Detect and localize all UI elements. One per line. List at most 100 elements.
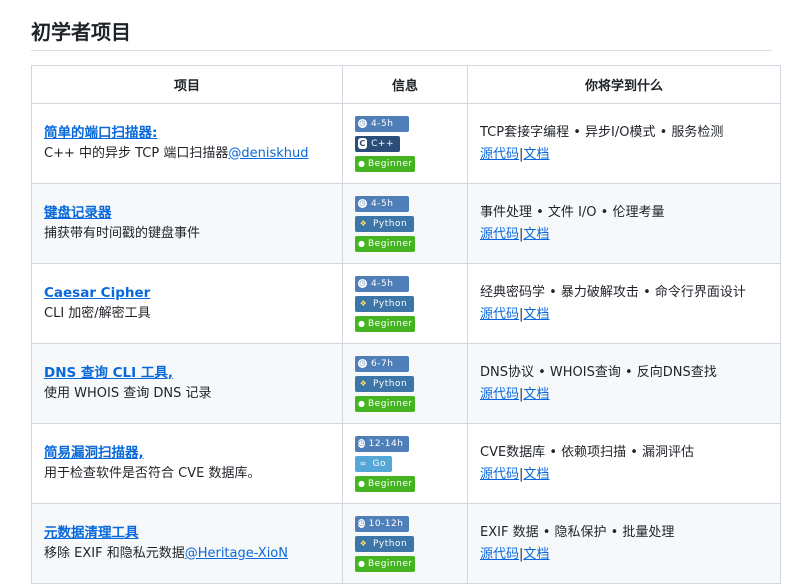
- learn-links: 源代码|文档: [480, 464, 768, 486]
- source-code-link[interactable]: 源代码: [480, 467, 519, 482]
- project-cell: 键盘记录器 捕获带有时间戳的键盘事件: [31, 183, 343, 264]
- description-text: C++ 中的异步 TCP 端口扫描器: [44, 145, 229, 161]
- learn-links: 源代码|文档: [480, 224, 768, 246]
- clock-icon: ◷: [358, 279, 367, 288]
- learn-cell: EXIF 数据 • 隐私保护 • 批量处理 源代码|文档: [467, 503, 781, 584]
- time-value: 4-5h: [371, 278, 394, 289]
- project-description: 移除 EXIF 和隐私元数据@Heritage-XioN: [44, 543, 330, 565]
- project-link[interactable]: 简易漏洞扫描器,: [44, 443, 330, 463]
- time-value: 4-5h: [371, 118, 394, 129]
- language-badge: ❖ Python: [355, 375, 414, 392]
- table-row: 键盘记录器 捕获带有时间戳的键盘事件 ◷ 4-5h ❖ Python ● Beginn…: [31, 183, 781, 264]
- header-info: 信息: [342, 65, 468, 104]
- time-badge: ◷ 10-12h: [355, 515, 409, 532]
- level-badge: ● Beginner: [355, 555, 415, 572]
- info-cell: ◷ 4-5h ❖ Python ● Beginner: [342, 183, 468, 264]
- time-badge: ◷ 4-5h: [355, 195, 409, 212]
- level-value: Beginner: [368, 158, 413, 169]
- level-value: Beginner: [368, 318, 413, 329]
- projects-table: 项目 信息 你将学到什么 简单的端口扫描器: C++ 中的异步 TCP 端口扫描…: [31, 65, 781, 584]
- table-row: 简易漏洞扫描器, 用于检查软件是否符合 CVE 数据库。 ◷ 12-14h ∞ Go…: [31, 423, 781, 504]
- python-icon: ❖: [359, 379, 368, 388]
- author-link[interactable]: @Heritage-XioN: [185, 546, 288, 561]
- go-icon: ∞: [359, 459, 367, 468]
- description-text: 移除 EXIF 和隐私元数据: [44, 545, 185, 561]
- level-value: Beginner: [368, 238, 413, 249]
- level-value: Beginner: [368, 398, 413, 409]
- time-value: 12-14h: [368, 438, 404, 449]
- project-cell: DNS 查询 CLI 工具, 使用 WHOIS 查询 DNS 记录: [31, 343, 343, 424]
- time-badge: ◷ 4-5h: [355, 275, 409, 292]
- table-header-row: 项目 信息 你将学到什么: [31, 65, 781, 104]
- project-link[interactable]: 元数据清理工具: [44, 523, 330, 543]
- info-cell: ◷ 4-5h C C++ ● Beginner: [342, 103, 468, 184]
- dot-icon: ●: [358, 479, 366, 488]
- project-link[interactable]: Caesar Cipher: [44, 283, 330, 303]
- project-description: 使用 WHOIS 查询 DNS 记录: [44, 383, 330, 405]
- source-code-link[interactable]: 源代码: [480, 307, 519, 322]
- description-text: 用于检查软件是否符合 CVE 数据库。: [44, 465, 261, 481]
- language-value: C++: [371, 138, 394, 149]
- project-description: CLI 加密/解密工具: [44, 303, 330, 325]
- project-cell: Caesar Cipher CLI 加密/解密工具: [31, 263, 343, 344]
- dot-icon: ●: [358, 559, 366, 568]
- time-badge: ◷ 6-7h: [355, 355, 409, 372]
- language-badge: ❖ Python: [355, 295, 414, 312]
- readme-content: 初学者项目 项目 信息 你将学到什么 简单的端口扫描器: C++ 中的异步 TC…: [31, 0, 781, 584]
- python-icon: ❖: [359, 299, 368, 308]
- level-badge: ● Beginner: [355, 235, 415, 252]
- author-link[interactable]: @deniskhud: [228, 146, 308, 161]
- info-cell: ◷ 12-14h ∞ Go ● Beginner: [342, 423, 468, 504]
- project-description: 捕获带有时间戳的键盘事件: [44, 223, 330, 245]
- learn-cell: 事件处理 • 文件 I/O • 伦理考量 源代码|文档: [467, 183, 781, 264]
- learn-topics: DNS协议 • WHOIS查询 • 反向DNS查找: [480, 364, 717, 380]
- info-cell: ◷ 6-7h ❖ Python ● Beginner: [342, 343, 468, 424]
- python-icon: ❖: [359, 219, 368, 228]
- time-value: 4-5h: [371, 198, 394, 209]
- language-value: Go: [372, 458, 386, 469]
- docs-link[interactable]: 文档: [523, 147, 549, 162]
- language-value: Python: [373, 538, 408, 549]
- docs-link[interactable]: 文档: [523, 387, 549, 402]
- level-value: Beginner: [368, 558, 413, 569]
- clock-icon: ◷: [358, 439, 365, 448]
- learn-cell: 经典密码学 • 暴力破解攻击 • 命令行界面设计 源代码|文档: [467, 263, 781, 344]
- project-link[interactable]: 简单的端口扫描器:: [44, 123, 330, 143]
- time-value: 6-7h: [371, 358, 394, 369]
- project-cell: 元数据清理工具 移除 EXIF 和隐私元数据@Heritage-XioN: [31, 503, 343, 584]
- docs-link[interactable]: 文档: [523, 307, 549, 322]
- clock-icon: ◷: [358, 359, 367, 368]
- level-badge: ● Beginner: [355, 155, 415, 172]
- docs-link[interactable]: 文档: [523, 467, 549, 482]
- level-badge: ● Beginner: [355, 315, 415, 332]
- project-cell: 简单的端口扫描器: C++ 中的异步 TCP 端口扫描器@deniskhud: [31, 103, 343, 184]
- learn-links: 源代码|文档: [480, 144, 768, 166]
- project-link[interactable]: DNS 查询 CLI 工具,: [44, 363, 330, 383]
- language-badge: ❖ Python: [355, 535, 414, 552]
- table-row: Caesar Cipher CLI 加密/解密工具 ◷ 4-5h ❖ Python …: [31, 263, 781, 344]
- source-code-link[interactable]: 源代码: [480, 387, 519, 402]
- level-badge: ● Beginner: [355, 395, 415, 412]
- source-code-link[interactable]: 源代码: [480, 147, 519, 162]
- project-link[interactable]: 键盘记录器: [44, 203, 330, 223]
- docs-link[interactable]: 文档: [523, 547, 549, 562]
- learn-links: 源代码|文档: [480, 304, 768, 326]
- dot-icon: ●: [358, 159, 366, 168]
- language-value: Python: [373, 218, 408, 229]
- learn-topics: TCP套接字编程 • 异步I/O模式 • 服务检测: [480, 124, 724, 140]
- info-cell: ◷ 4-5h ❖ Python ● Beginner: [342, 263, 468, 344]
- source-code-link[interactable]: 源代码: [480, 547, 519, 562]
- language-value: Python: [373, 378, 408, 389]
- learn-cell: TCP套接字编程 • 异步I/O模式 • 服务检测 源代码|文档: [467, 103, 781, 184]
- project-cell: 简易漏洞扫描器, 用于检查软件是否符合 CVE 数据库。: [31, 423, 343, 504]
- cpp-icon: C: [358, 138, 368, 149]
- time-value: 10-12h: [368, 518, 404, 529]
- source-code-link[interactable]: 源代码: [480, 227, 519, 242]
- learn-topics: EXIF 数据 • 隐私保护 • 批量处理: [480, 524, 675, 540]
- docs-link[interactable]: 文档: [523, 227, 549, 242]
- header-project: 项目: [31, 65, 343, 104]
- project-description: C++ 中的异步 TCP 端口扫描器@deniskhud: [44, 143, 330, 165]
- header-learn: 你将学到什么: [467, 65, 781, 104]
- description-text: 使用 WHOIS 查询 DNS 记录: [44, 385, 212, 401]
- description-text: CLI 加密/解密工具: [44, 305, 151, 321]
